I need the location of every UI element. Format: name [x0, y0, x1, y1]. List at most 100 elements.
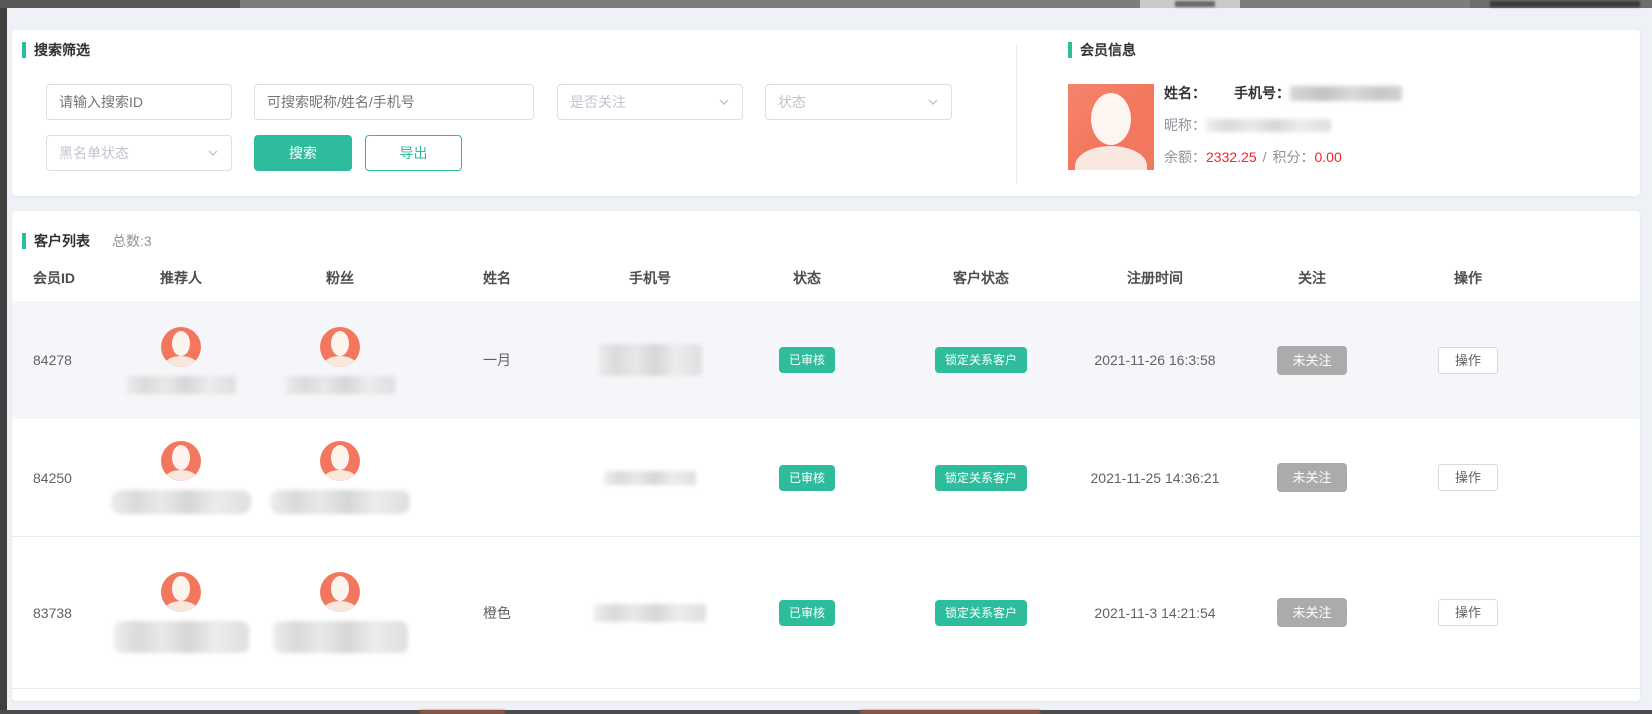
avatar-shoulders-shape: [323, 356, 357, 367]
avatar-head-shape: [331, 576, 349, 601]
bottom-edge-smudge: [420, 710, 505, 714]
follow-select[interactable]: 是否关注: [557, 84, 743, 120]
top-edge-text-smudge: [1490, 1, 1640, 7]
member-points-value: 0.00: [1315, 149, 1342, 165]
customer-status-badge: 锁定关系客户: [935, 347, 1027, 373]
row-action-button[interactable]: 操作: [1438, 347, 1498, 374]
phone-redacted: [604, 471, 696, 485]
customer-status-badge: 锁定关系客户: [935, 600, 1027, 626]
status-select[interactable]: 状态: [765, 84, 952, 120]
column-header-follow: 关注: [1226, 268, 1398, 288]
column-header-register-time: 注册时间: [1084, 268, 1226, 288]
accent-bar: [22, 233, 26, 249]
phone-cell: [564, 471, 736, 485]
table-row: 84250 已审核: [12, 419, 1640, 537]
row-action-button[interactable]: 操作: [1438, 464, 1498, 491]
register-time: 2021-11-25 14:36:21: [1091, 470, 1220, 486]
section-title-text: 会员信息: [1080, 40, 1136, 60]
table-row: 84278 一月 已审核: [12, 301, 1640, 419]
avatar-shoulders-shape: [164, 470, 198, 481]
member-nickname-redacted: [1206, 119, 1331, 132]
search-filter-title: 搜索筛选: [22, 40, 90, 60]
member-id-cell: 84250: [22, 470, 112, 486]
export-button[interactable]: 导出: [365, 135, 462, 171]
blacklist-status-select[interactable]: 黑名单状态: [46, 135, 232, 171]
avatar-shoulders-shape: [164, 356, 198, 367]
accent-bar: [1068, 42, 1072, 58]
member-details: 姓名： 手机号： 昵称： 余额： 2332.25 / 积分： 0.00: [1164, 82, 1494, 178]
follow-cell: 未关注: [1226, 463, 1398, 492]
search-button[interactable]: 搜索: [254, 135, 352, 171]
member-phone-label: 手机号：: [1234, 83, 1290, 103]
customer-status-badge: 锁定关系客户: [935, 465, 1027, 491]
search-and-member-card: 搜索筛选 是否关注 状态 黑名单状态 搜索 导出 会员信息: [12, 30, 1640, 196]
table-header-row: 会员ID 推荐人 粉丝 姓名 手机号 状态 客户状态 注册时间 关注 操作: [12, 255, 1640, 301]
referrer-avatar: [161, 327, 201, 367]
top-edge-segment: [0, 0, 240, 8]
column-header-phone: 手机号: [564, 268, 736, 288]
fan-cell: [250, 441, 430, 514]
member-nickname-line: 昵称：: [1164, 114, 1494, 136]
member-management-page: 搜索筛选 是否关注 状态 黑名单状态 搜索 导出 会员信息: [0, 0, 1652, 714]
member-avatar: [1068, 84, 1154, 170]
referrer-cell: [112, 572, 250, 653]
follow-badge: 未关注: [1277, 346, 1346, 375]
member-id-cell: 83738: [22, 605, 112, 621]
action-cell: 操作: [1398, 464, 1538, 491]
member-balance-label: 余额：: [1164, 147, 1206, 167]
avatar-head-shape: [331, 445, 349, 470]
referrer-cell: [112, 441, 250, 514]
avatar-shoulders-shape: [323, 470, 357, 481]
referrer-cell: [112, 327, 250, 394]
customer-list-header: 客户列表 总数:3: [12, 211, 1640, 251]
member-phone-redacted: [1290, 86, 1402, 101]
avatar-shoulders-shape: [323, 601, 357, 612]
referrer-name-redacted: [114, 621, 249, 653]
status-badge: 已审核: [779, 600, 835, 626]
name-cell: 橙色: [430, 603, 564, 623]
status-cell: 已审核: [736, 347, 878, 373]
status-select-placeholder: 状态: [778, 92, 806, 112]
avatar-head-shape: [1091, 93, 1131, 145]
status-badge: 已审核: [779, 465, 835, 491]
avatar-shoulders-shape: [164, 601, 198, 612]
fan-avatar: [320, 327, 360, 367]
search-keyword-input[interactable]: [254, 84, 534, 120]
fan-name-redacted: [285, 376, 395, 394]
name-cell: 一月: [430, 350, 564, 370]
follow-badge: 未关注: [1277, 598, 1346, 627]
register-time-cell: 2021-11-25 14:36:21: [1084, 470, 1226, 486]
phone-redacted: [594, 604, 706, 622]
member-name-phone-line: 姓名： 手机号：: [1164, 82, 1494, 104]
section-title-text: 搜索筛选: [34, 40, 90, 60]
customer-list-card: 客户列表 总数:3 会员ID 推荐人 粉丝 姓名 手机号 状态 客户状态 注册时…: [12, 211, 1640, 701]
fan-cell: [250, 327, 430, 394]
column-header-customer-status: 客户状态: [878, 268, 1084, 288]
avatar-head-shape: [172, 445, 190, 470]
member-points-label: 积分：: [1273, 147, 1315, 167]
row-action-button[interactable]: 操作: [1438, 599, 1498, 626]
fan-avatar: [320, 572, 360, 612]
customer-list-title: 客户列表: [34, 231, 90, 251]
column-header-member-id: 会员ID: [22, 268, 112, 288]
member-id-cell: 84278: [22, 352, 112, 368]
accent-bar: [22, 42, 26, 58]
column-header-status: 状态: [736, 268, 878, 288]
action-cell: 操作: [1398, 347, 1538, 374]
phone-cell: [564, 344, 736, 376]
search-id-input[interactable]: [46, 84, 232, 120]
member-name-label: 姓名：: [1164, 83, 1206, 103]
referrer-avatar: [161, 572, 201, 612]
chevron-down-icon: [927, 96, 939, 108]
avatar-head-shape: [331, 331, 349, 356]
customer-status-cell: 锁定关系客户: [878, 600, 1084, 626]
referrer-avatar: [161, 441, 201, 481]
customer-status-cell: 锁定关系客户: [878, 347, 1084, 373]
phone-cell: [564, 604, 736, 622]
fan-name-redacted: [273, 621, 408, 653]
status-badge: 已审核: [779, 347, 835, 373]
window-bottom-edge: [0, 710, 1652, 714]
member-nickname-label: 昵称：: [1164, 115, 1206, 135]
column-header-name: 姓名: [430, 268, 564, 288]
window-top-edge: [0, 0, 1652, 8]
